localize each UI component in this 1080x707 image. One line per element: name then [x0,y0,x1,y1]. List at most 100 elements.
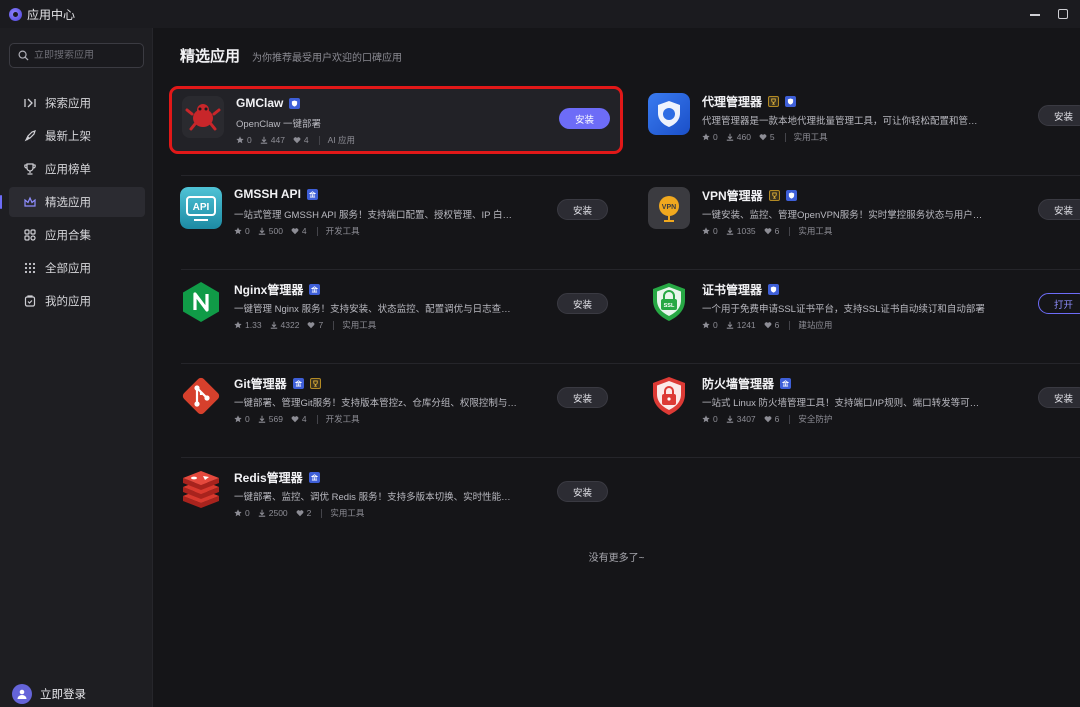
shield-badge-icon [785,96,797,107]
sidebar-item-all[interactable]: 全部应用 [9,253,145,283]
install-button[interactable]: 安装 [557,387,608,408]
search-input[interactable] [34,50,134,61]
nginx-app-icon [180,281,222,323]
app-name: Git管理器 [234,377,287,391]
rocket-icon [24,130,36,142]
install-button[interactable]: 安装 [1038,387,1080,408]
collection-icon [24,229,36,241]
download-icon [726,321,733,329]
heart-icon [764,416,772,423]
app-likes: 2 [306,508,312,518]
app-card-nginx-manager[interactable]: Nginx管理器 一键管理 Nginx 服务！支持安装、状态监控、配置调优与日志… [167,270,623,364]
install-button[interactable]: 安装 [559,108,610,129]
sidebar-item-ranking[interactable]: 应用榜单 [9,154,145,184]
app-description: 一站式 Linux 防火墙管理工具！支持端口/IP规则、端口转发等可视化... [702,398,987,409]
app-row: GMClaw OpenClaw 一键部署 0 447 4 AI 应用 安装 代理… [167,82,1080,176]
star-icon [234,509,242,517]
sidebar: 探索应用 最新上架 应用榜单 精选应用 应用合集 全部应用 我的应用 [0,28,153,707]
firewall-app-icon [648,375,690,417]
heart-icon [308,322,315,329]
heart-icon [759,134,767,141]
app-meta: 0 447 4 AI 应用 [236,134,355,146]
app-card-git-manager[interactable]: Git管理器 一键部署、管理Git服务！支持版本管控z、仓库分组、权限控制与分.… [167,364,623,458]
sidebar-item-my-apps[interactable]: 我的应用 [9,286,145,316]
app-description: OpenClaw 一键部署 [236,119,321,130]
sidebar-item-featured[interactable]: 精选应用 [0,187,145,217]
app-rating: 0 [713,226,718,236]
app-downloads: 3407 [736,414,756,424]
maximize-button[interactable] [1058,9,1068,19]
download-icon [726,227,733,235]
app-rating: 0 [245,508,250,518]
user-icon [17,689,27,699]
sidebar-item-label: 全部应用 [45,263,91,275]
install-button[interactable]: 安装 [557,199,608,220]
app-meta: 0 500 4 开发工具 [234,225,360,237]
sidebar-item-newest[interactable]: 最新上架 [9,121,145,151]
star-icon [236,136,244,144]
app-downloads: 569 [268,414,283,424]
app-category: 实用工具 [330,508,365,518]
download-icon [260,136,267,144]
download-icon [258,415,265,423]
install-button[interactable]: 安装 [557,481,608,502]
app-row: Git管理器 一键部署、管理Git服务！支持版本管控z、仓库分组、权限控制与分.… [167,364,1080,458]
app-card-proxy-manager[interactable]: 代理管理器 代理管理器是一款本地代理批量管理工具，可让你轻松配置和管理系... … [635,82,1080,176]
open-button[interactable]: 打开 [1038,293,1080,314]
install-button[interactable]: 安装 [1038,199,1080,220]
sidebar-item-label: 探索应用 [45,98,91,110]
app-name: 代理管理器 [702,95,763,109]
window-title: 应用中心 [27,7,76,22]
sidebar-item-label: 应用榜单 [45,164,91,176]
download-icon [726,133,733,141]
app-name-row: GMClaw [236,96,301,110]
app-category: 实用工具 [793,132,828,142]
app-downloads: 500 [268,226,283,236]
star-icon [702,321,710,329]
app-description: 一键安装、监控、管理OpenVPN服务！实时掌控服务状态与用户连接... [702,210,987,221]
download-icon [258,509,265,517]
app-likes: 4 [301,226,307,236]
app-rating: 1.33 [245,320,262,330]
heart-icon [291,416,299,423]
install-button[interactable]: 安装 [557,293,608,314]
app-meta: 0 569 4 开发工具 [234,413,360,425]
search-box[interactable] [9,43,144,68]
app-card-gmclaw[interactable]: GMClaw OpenClaw 一键部署 0 447 4 AI 应用 安装 [169,86,623,154]
app-card-cert-manager[interactable]: SSL 证书管理器 一个用于免费申请SSL证书平台，支持SSL证书自动续订和自动… [635,270,1080,364]
install-button[interactable]: 安装 [1038,105,1080,126]
explore-icon [24,98,36,108]
building-badge-icon [292,378,304,389]
sidebar-item-collections[interactable]: 应用合集 [9,220,145,250]
app-row: API GMSSH API 一站式管理 GMSSH API 服务！支持端口配置、… [167,176,1080,270]
avatar [12,684,32,704]
app-downloads: 1241 [736,320,756,330]
app-card-vpn-manager[interactable]: VPN VPN管理器 一键安装、监控、管理OpenVPN服务！实时掌控服务状态与… [635,176,1080,270]
app-name-row: Nginx管理器 [234,281,321,298]
redis-app-icon [180,469,222,511]
app-name: 防火墙管理器 [702,377,775,391]
sidebar-item-explore[interactable]: 探索应用 [9,88,145,118]
page-subtitle: 为你推荐最受用户欢迎的口碑应用 [252,53,403,64]
app-card-firewall-manager[interactable]: 防火墙管理器 一站式 Linux 防火墙管理工具！支持端口/IP规则、端口转发等… [635,364,1080,458]
app-meta: 0 3407 6 安全防护 [702,413,832,425]
login-button[interactable]: 立即登录 [12,683,86,705]
shield-badge-icon [785,190,797,201]
app-category: AI 应用 [327,135,356,145]
minimize-button[interactable] [1030,6,1040,22]
app-name-row: Redis管理器 [234,469,320,486]
login-label: 立即登录 [40,689,86,701]
heart-icon [764,228,772,235]
search-icon [18,50,29,61]
crown-icon [24,196,36,207]
app-name: Nginx管理器 [234,283,304,297]
gmclaw-app-icon [182,96,224,138]
sidebar-item-label: 应用合集 [45,230,91,242]
app-grid: GMClaw OpenClaw 一键部署 0 447 4 AI 应用 安装 代理… [167,82,1080,552]
app-likes: 4 [303,135,309,145]
app-card-redis-manager[interactable]: Redis管理器 一键部署、监控、调优 Redis 服务！支持多版本切换、实时性… [167,458,623,552]
app-meta: 0 1241 6 建站应用 [702,319,832,331]
main-content: 精选应用 为你推荐最受用户欢迎的口碑应用 GMClaw OpenClaw 一键部… [153,28,1080,707]
no-more-text: 没有更多了~ [588,553,645,564]
app-card-gmssh-api[interactable]: API GMSSH API 一站式管理 GMSSH API 服务！支持端口配置、… [167,176,623,270]
